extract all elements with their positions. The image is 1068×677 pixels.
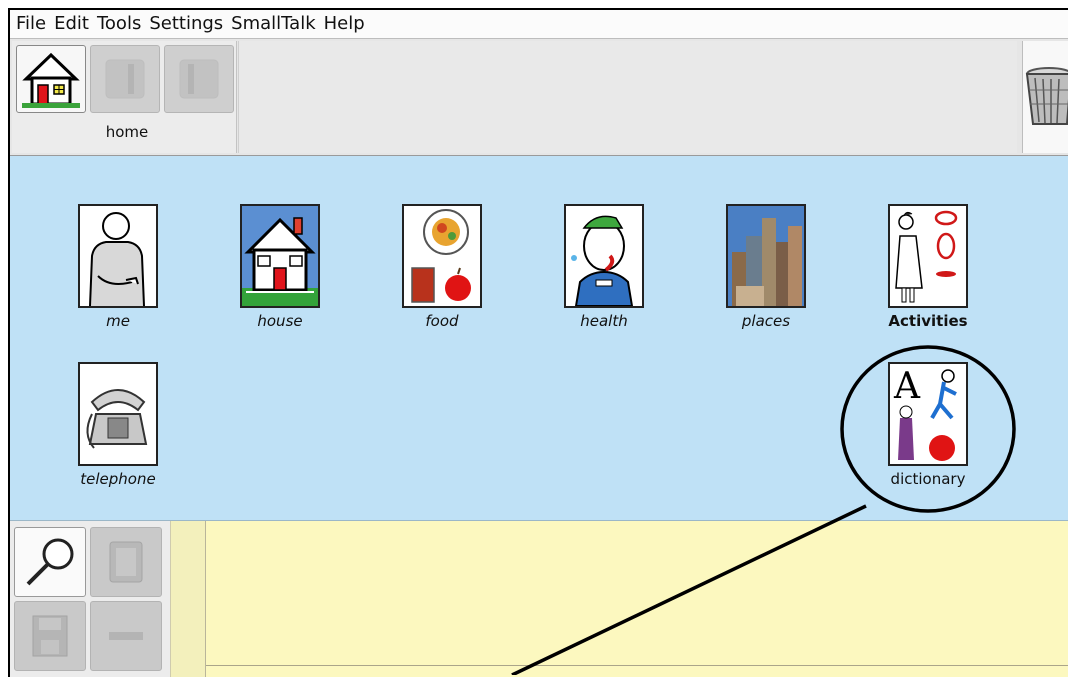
menu-edit[interactable]: Edit [50,10,93,38]
symbol-label: me [106,312,130,330]
panel-divider[interactable] [170,521,206,677]
app-window: File Edit Tools Settings SmallTalk Help [8,8,1068,677]
search-button[interactable] [14,527,86,597]
symbol-grid: me house food health places Activities t… [10,156,1068,521]
symbol-label: places [741,312,791,330]
home-icon [22,52,80,108]
symbol-label: dictionary [890,470,966,488]
top-toolbar: home [10,39,1068,156]
page-button[interactable] [90,527,162,597]
food-icon [402,204,482,308]
symbol-label: food [425,312,459,330]
symbol-label: telephone [80,470,156,488]
trash-icon [1025,67,1068,125]
back-arrow-icon [105,59,145,99]
back-button[interactable] [90,45,160,113]
symbol-label: Activities [888,312,968,330]
symbol-places[interactable]: places [711,204,821,330]
symbol-dictionary[interactable]: A dictionary [873,362,983,488]
dictionary-icon: A [888,362,968,466]
navigation-panel: home [12,41,237,153]
city-buildings-icon [726,204,806,308]
remove-button[interactable] [90,601,162,671]
svg-text:A: A [893,366,921,407]
menu-settings[interactable]: Settings [145,10,227,38]
menu-help[interactable]: Help [320,10,369,38]
sick-person-icon [564,204,644,308]
page-icon [109,541,143,583]
menu-smalltalk[interactable]: SmallTalk [227,10,319,38]
symbol-activities[interactable]: Activities [873,204,983,330]
symbol-label: health [580,312,628,330]
divider-line [206,665,1068,666]
minus-icon [109,632,143,640]
house-icon [240,204,320,308]
save-button[interactable] [14,601,86,671]
trash-button[interactable] [1022,41,1068,153]
current-page-label: home [105,123,149,141]
floppy-disk-icon [32,615,68,657]
forward-button[interactable] [164,45,234,113]
menu-file[interactable]: File [10,10,50,38]
magnifier-icon [26,538,74,586]
message-window[interactable] [238,41,1017,153]
bottom-panel [10,521,1068,677]
menu-bar: File Edit Tools Settings SmallTalk Help [10,10,1068,39]
home-button[interactable] [16,45,86,113]
symbol-food[interactable]: food [387,204,497,330]
work-area[interactable] [206,521,1068,677]
speech-activities-icon [888,204,968,308]
menu-tools[interactable]: Tools [93,10,145,38]
symbol-label: house [257,312,303,330]
symbol-telephone[interactable]: telephone [63,362,173,488]
forward-arrow-icon [179,59,219,99]
symbol-house[interactable]: house [225,204,335,330]
symbol-me[interactable]: me [63,204,173,330]
symbol-health[interactable]: health [549,204,659,330]
person-pointing-self-icon [78,204,158,308]
telephone-icon [78,362,158,466]
